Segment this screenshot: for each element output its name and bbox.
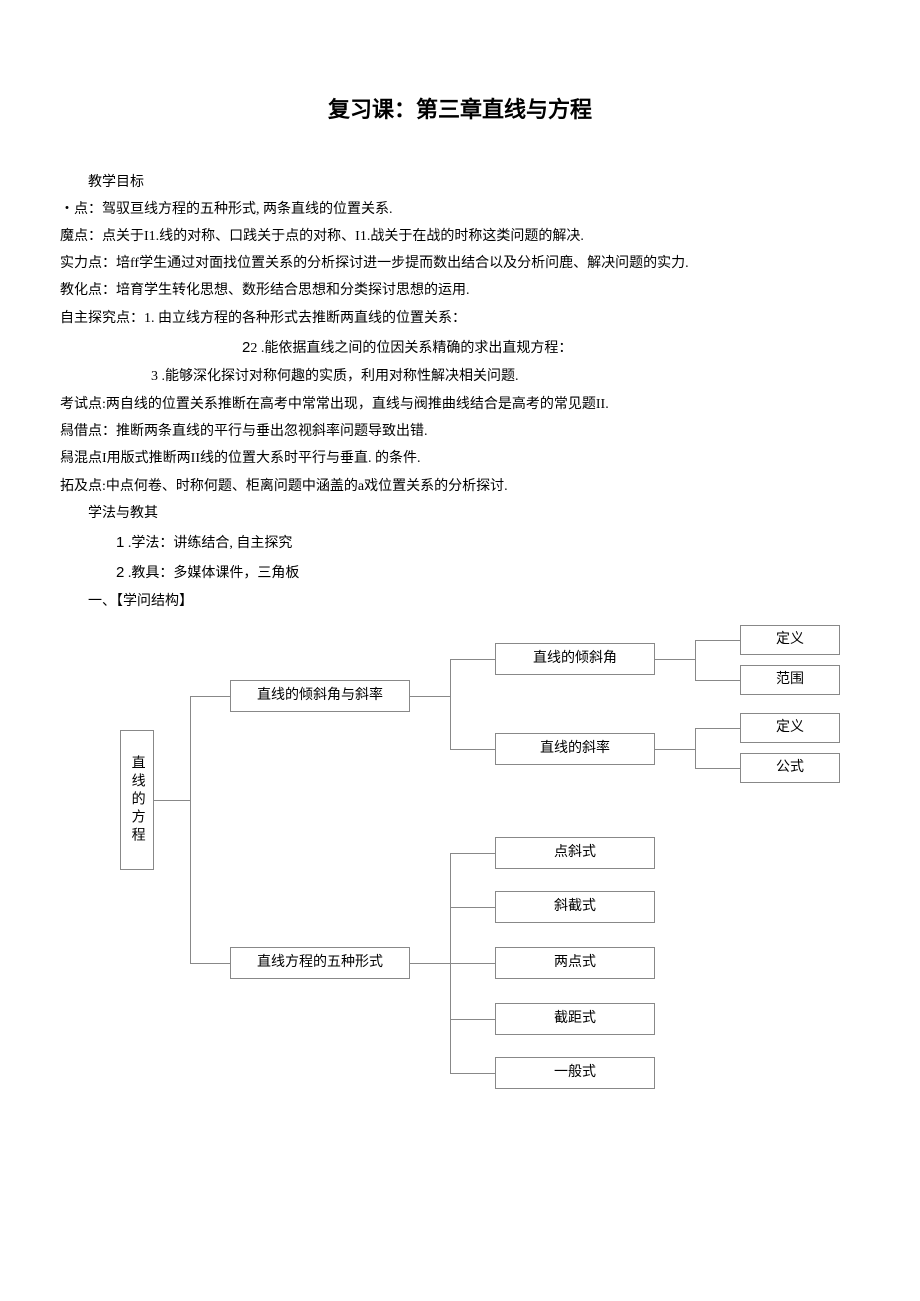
text-line: 实力点：培ff学生通过对面找位置关系的分析探讨进一步提而数出结合以及分析问鹿、解… [60,251,860,276]
node-root: 直线的方程 [120,730,154,870]
page-title: 复习课：第三章直线与方程 [60,90,860,130]
text-line: 拓及点:中点何卷、时称何题、柜离问题中涵盖的a戏位置关系的分析探讨. [60,474,860,499]
connector [655,659,695,660]
node-form-5: 一般式 [495,1057,655,1089]
list-number: 2 [88,559,124,586]
list-item: 1 .学法：讲练结合, 自主探究 [60,529,860,556]
list-number: 2 [151,334,250,361]
list-item: 2 .教具：多媒体课件，三角板 [60,559,860,586]
node-leaf-def2: 定义 [740,713,840,743]
list-number: 1 [88,529,124,556]
connector [450,749,495,750]
node-b1-c1: 直线的倾斜角 [495,643,655,675]
connector [190,963,230,964]
connector [450,659,495,660]
connector [450,853,495,854]
node-leaf-def1: 定义 [740,625,840,655]
node-form-2: 斜截式 [495,891,655,923]
connector [450,1019,495,1020]
connector [695,640,740,641]
list-text: 2 .能依据直线之间的位因关系精确的求出直规方程： [250,341,572,356]
connector [450,907,495,908]
connector [410,963,450,964]
connector [450,659,451,749]
connector [190,696,191,963]
text-line: 魔点：点关于I1.线的对称、口践关于点的对称、I1.战关于在战的时称这类问题的解… [60,224,860,249]
section-heading: 一、【学问结构】 [60,589,860,614]
text-line: 22 .能依据直线之间的位因关系精确的求出直规方程： [60,334,860,361]
connector [154,800,190,801]
knowledge-diagram: 直线的方程 直线的倾斜角与斜率 直线方程的五种形式 直线的倾斜角 直线的斜率 定… [80,625,880,1105]
heading-method: 学法与教其 [60,501,860,526]
text-line: 教化点：培育学生转化思想、数形结合思想和分类探讨思想的运用. [60,278,860,303]
connector [450,963,495,964]
text-line: 舄混点I用版式推断两II线的位置大系时平行与垂直. 的条件. [60,446,860,471]
node-b1-c2: 直线的斜率 [495,733,655,765]
node-form-3: 两点式 [495,947,655,979]
connector [695,680,740,681]
heading-goal: 教学目标 [60,170,860,195]
connector [695,728,740,729]
list-text: 3 .能够深化探讨对称何趣的实质，利用对称性解决相关问题. [151,369,519,384]
text-line: ・点：驾驭亘线方程的五种形式, 两条直线的位置关系. [60,197,860,222]
connector [450,1073,495,1074]
list-text: .学法：讲练结合, 自主探究 [124,536,292,551]
node-form-4: 截距式 [495,1003,655,1035]
node-branch-1: 直线的倾斜角与斜率 [230,680,410,712]
connector [655,749,695,750]
connector [410,696,450,697]
text-line: 考试点:两自线的位置关系推断在高考中常常出现，直线与阀推曲线结合是高考的常见题I… [60,392,860,417]
connector [695,768,740,769]
node-branch-2: 直线方程的五种形式 [230,947,410,979]
connector [695,728,696,768]
connector [695,640,696,680]
node-leaf-range: 范围 [740,665,840,695]
connector [190,696,230,697]
node-leaf-formula: 公式 [740,753,840,783]
text-line: 3 .能够深化探讨对称何趣的实质，利用对称性解决相关问题. [60,364,860,389]
text-line: 自主探究点：1. 由立线方程的各种形式去推断两直线的位置关系： [60,306,860,331]
list-text: .教具：多媒体课件，三角板 [124,566,299,581]
text-line: 舄借点：推断两条直线的平行与垂出忽视斜率问题导致出错. [60,419,860,444]
node-form-1: 点斜式 [495,837,655,869]
